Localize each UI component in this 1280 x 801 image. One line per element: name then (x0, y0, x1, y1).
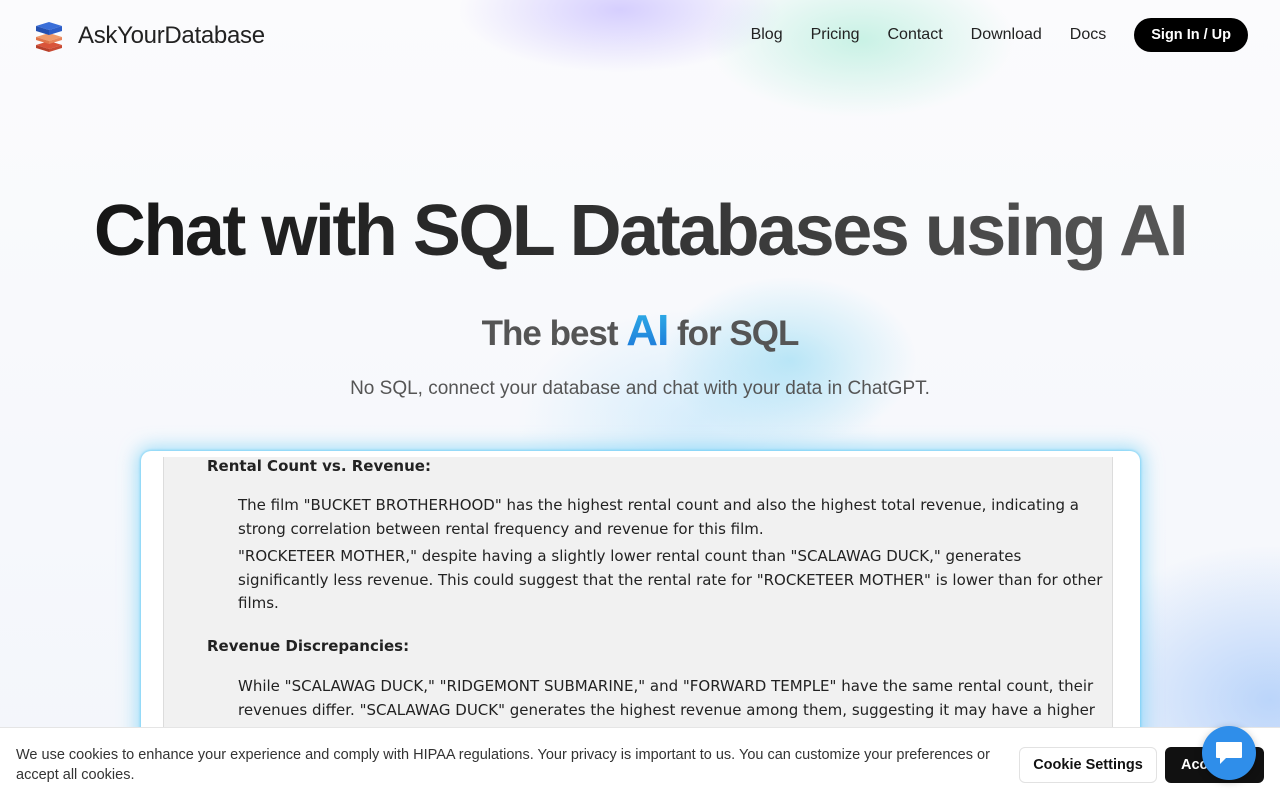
chat-launcher-button[interactable] (1202, 726, 1256, 780)
nav-link-docs[interactable]: Docs (1070, 18, 1106, 52)
top-nav: AskYourDatabase Blog Pricing Contact Dow… (0, 0, 1280, 70)
tagline-highlight: AI (626, 306, 669, 355)
brand-name: AskYourDatabase (78, 22, 265, 49)
chat-bubble-icon (1216, 742, 1242, 764)
tagline-prefix: The best (481, 314, 619, 353)
nav-link-pricing[interactable]: Pricing (811, 18, 860, 52)
brand-logo[interactable]: AskYourDatabase (34, 19, 265, 53)
stacked-database-logo-icon (36, 22, 62, 52)
cookie-message: We use cookies to enhance your experienc… (16, 747, 990, 783)
hero-tagline: The best AI for SQL (0, 306, 1280, 356)
nav-link-contact[interactable]: Contact (888, 18, 943, 52)
cookie-banner: We use cookies to enhance your experienc… (0, 727, 1280, 801)
hero-subtitle: No SQL, connect your database and chat w… (350, 378, 930, 399)
nav-link-blog[interactable]: Blog (751, 18, 783, 52)
paragraph-2: "ROCKETEER MOTHER," despite having a sli… (238, 547, 1103, 612)
tagline-suffix: for SQL (677, 314, 799, 353)
cookie-settings-button[interactable]: Cookie Settings (1019, 747, 1157, 783)
section-heading-revenue: Revenue Discrepancies: (207, 637, 410, 655)
main-nav: Blog Pricing Contact Download Docs Sign … (751, 18, 1248, 52)
hero-title: Chat with SQL Databases using AI (0, 190, 1280, 272)
document-page: Rental Count vs. Revenue: The film "BUCK… (163, 457, 1113, 751)
demo-preview-window: Rental Count vs. Revenue: The film "BUCK… (141, 451, 1140, 751)
nav-link-download[interactable]: Download (971, 18, 1042, 52)
section-heading-rental: Rental Count vs. Revenue: (207, 457, 431, 475)
sign-in-button[interactable]: Sign In / Up (1134, 18, 1248, 52)
paragraph-1: The film "BUCKET BROTHERHOOD" has the hi… (238, 496, 1079, 538)
paragraph-3: While "SCALAWAG DUCK," "RIDGEMONT SUBMAR… (238, 677, 1095, 719)
